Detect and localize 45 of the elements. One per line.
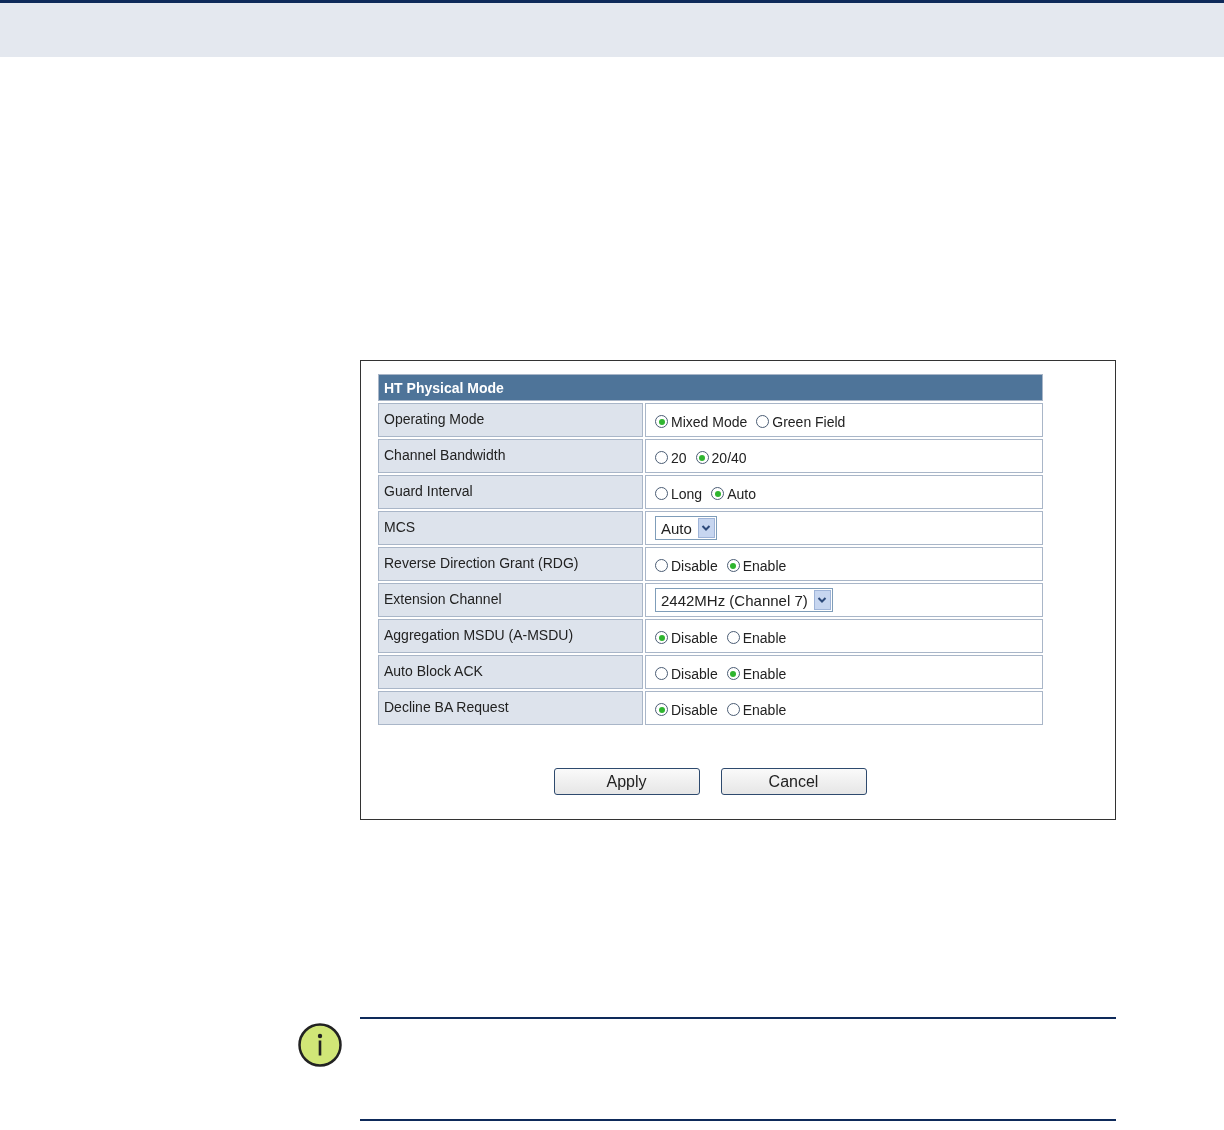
- radio-button[interactable]: [655, 667, 668, 680]
- field-label: Operating Mode: [378, 403, 643, 437]
- radio-button[interactable]: [655, 559, 668, 572]
- radio-button[interactable]: [726, 559, 740, 572]
- table-header: HT Physical Mode: [378, 374, 1043, 401]
- field-label: MCS: [378, 511, 643, 545]
- info-icon: [298, 1023, 342, 1067]
- radio-button[interactable]: [756, 415, 770, 428]
- radio-label[interactable]: Enable: [742, 701, 787, 718]
- radio-label[interactable]: 20/40: [711, 449, 747, 466]
- radio-label[interactable]: 20: [671, 449, 687, 466]
- field-label: Decline BA Request: [378, 691, 643, 725]
- cancel-button[interactable]: Cancel: [720, 768, 867, 795]
- radio-label[interactable]: Green Field: [772, 413, 846, 430]
- field-label: Auto Block ACK: [378, 655, 643, 689]
- field-label: Reverse Direction Grant (RDG): [378, 547, 643, 581]
- field-label: Extension Channel: [378, 583, 643, 617]
- field-label: Channel Bandwidth: [378, 439, 643, 473]
- radio-button[interactable]: [655, 487, 668, 500]
- dropdown[interactable]: Auto: [655, 516, 717, 540]
- radio-button[interactable]: [655, 451, 668, 464]
- radio-label[interactable]: Disable: [671, 629, 718, 646]
- radio-button[interactable]: [711, 487, 725, 500]
- caret-icon: [697, 518, 715, 538]
- radio-label[interactable]: Enable: [742, 665, 787, 682]
- caret-icon: [813, 590, 831, 610]
- radio-label[interactable]: Disable: [671, 701, 718, 718]
- field-label: Aggregation MSDU (A-MSDU): [378, 619, 643, 653]
- radio-button[interactable]: [726, 703, 740, 716]
- field-label: Guard Interval: [378, 475, 643, 509]
- radio-button[interactable]: [695, 451, 709, 464]
- radio-button[interactable]: [655, 703, 668, 716]
- radio-button[interactable]: [655, 631, 668, 644]
- radio-label[interactable]: Long: [671, 485, 703, 502]
- dropdown[interactable]: 2442MHz (Channel 7): [655, 588, 833, 612]
- radio-button[interactable]: [726, 631, 740, 644]
- radio-label[interactable]: Mixed Mode: [671, 413, 748, 430]
- radio-button[interactable]: [655, 415, 668, 428]
- radio-label[interactable]: Auto: [727, 485, 756, 502]
- radio-label[interactable]: Disable: [671, 557, 718, 574]
- apply-button[interactable]: Apply: [553, 768, 700, 795]
- radio-button[interactable]: [726, 667, 740, 680]
- radio-label[interactable]: Enable: [742, 629, 787, 646]
- radio-label[interactable]: Disable: [671, 665, 718, 682]
- radio-label[interactable]: Enable: [742, 557, 787, 574]
